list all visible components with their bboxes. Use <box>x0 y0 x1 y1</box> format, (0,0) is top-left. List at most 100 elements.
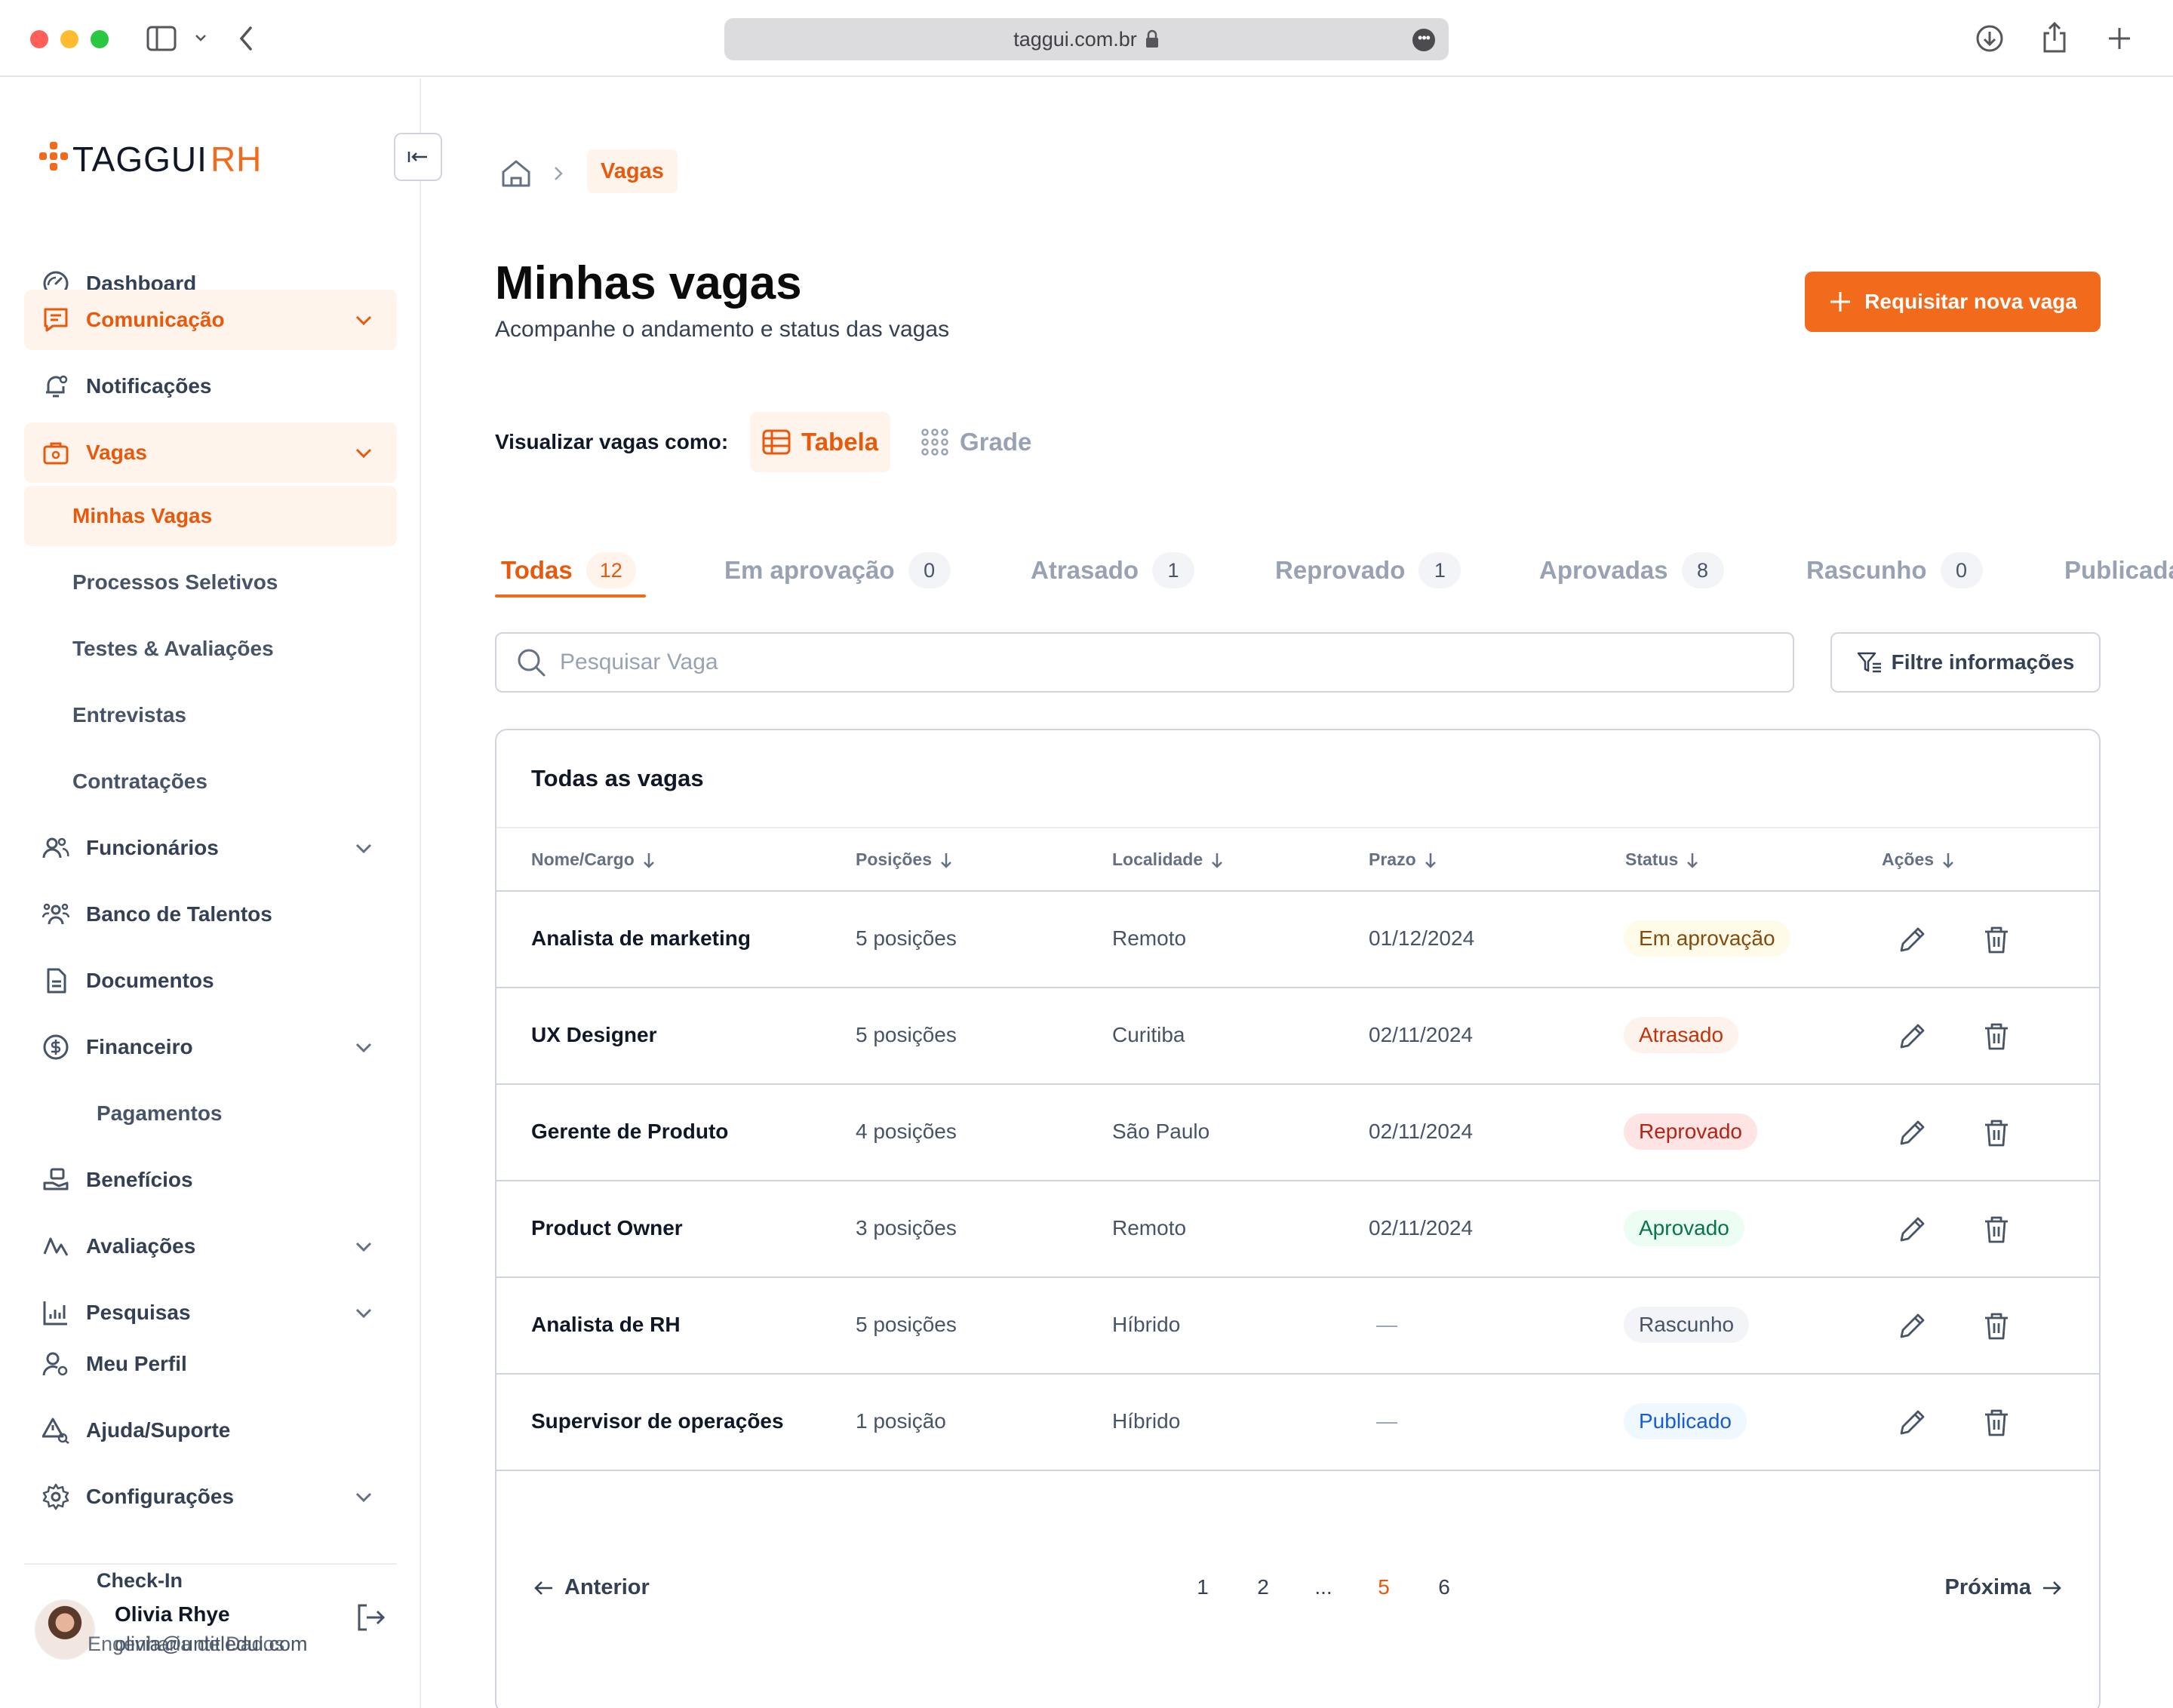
table-icon <box>762 429 791 455</box>
edit-icon[interactable] <box>1895 1020 1929 1053</box>
url-text: taggui.com.br <box>1013 27 1137 51</box>
tab-atrasado[interactable]: Atrasado 1 <box>1031 540 1195 601</box>
sidebar-subitem-processos-seletivos[interactable]: Processos Seletivos <box>24 552 397 613</box>
sidebar-item-banco-de-talentos[interactable]: Banco de Talentos <box>24 884 397 945</box>
view-option-label: Grade <box>960 428 1032 456</box>
checkin-link[interactable]: Check-In <box>97 1569 183 1593</box>
window-minimize-button[interactable] <box>60 30 78 48</box>
trash-icon[interactable] <box>1980 1213 2013 1246</box>
tab-count-badge: 12 <box>586 552 636 588</box>
tab-em-aprovacao[interactable]: Em aprovação 0 <box>724 540 951 601</box>
back-arrow-icon[interactable] <box>238 26 254 51</box>
sidebar-item-meu-perfil[interactable]: Meu Perfil <box>24 1334 397 1394</box>
jobs-table-card: Todas as vagas Nome/Cargo Posições Local… <box>495 729 2101 1708</box>
trash-icon[interactable] <box>1980 1310 2013 1343</box>
column-header-deadline[interactable]: Prazo <box>1369 849 1437 870</box>
logout-icon[interactable] <box>355 1601 388 1634</box>
sidebar-item-label: Financeiro <box>86 1035 193 1058</box>
edit-icon[interactable] <box>1895 923 1929 957</box>
avatar[interactable] <box>35 1599 95 1660</box>
chevron-down-icon[interactable] <box>352 308 376 332</box>
address-bar[interactable]: taggui.com.br ••• <box>724 18 1449 60</box>
tab-aprovadas[interactable]: Aprovadas 8 <box>1539 540 1724 601</box>
view-mode-label: Visualizar vagas como: <box>495 430 729 453</box>
sidebar-subitem-minhas-vagas[interactable]: Minhas Vagas <box>24 486 397 546</box>
pagination-next-label: Próxima <box>1944 1575 2031 1599</box>
edit-icon[interactable] <box>1895 1117 1929 1150</box>
column-header-status[interactable]: Status <box>1625 849 1699 870</box>
column-header-name[interactable]: Nome/Cargo <box>531 849 656 870</box>
bar-chart-icon <box>41 1298 71 1328</box>
sidebar-item-beneficios[interactable]: Benefícios <box>24 1150 397 1210</box>
tab-todas[interactable]: Todas 12 <box>501 540 636 601</box>
table-row[interactable]: Product Owner 3 posições Remoto 02/11/2024 A… <box>496 1181 2099 1278</box>
sidebar-item-ajuda-suporte[interactable]: Ajuda/Suporte <box>24 1400 397 1461</box>
filter-button[interactable]: Filtre informações <box>1830 632 2101 693</box>
tab-publicada[interactable]: Publicada <box>2064 540 2173 601</box>
column-header-location[interactable]: Localidade <box>1112 849 1224 870</box>
window-maximize-button[interactable] <box>91 30 109 48</box>
chevron-down-icon[interactable] <box>352 441 376 465</box>
sidebar-item-comunicacao[interactable]: Comunicação <box>24 290 397 350</box>
edit-icon[interactable] <box>1895 1406 1929 1439</box>
pagination-page-5[interactable]: 5 <box>1363 1566 1405 1608</box>
sidebar-item-configuracoes[interactable]: Configurações <box>24 1467 397 1527</box>
pagination-page-2[interactable]: 2 <box>1242 1566 1284 1608</box>
tab-label: Rascunho <box>1806 556 1927 584</box>
pagination-previous-button[interactable]: Anterior <box>533 1575 650 1600</box>
trash-icon[interactable] <box>1980 1020 2013 1053</box>
view-option-grid[interactable]: Grade <box>908 412 1043 472</box>
sidebar-item-vagas[interactable]: Vagas <box>24 422 397 483</box>
request-new-job-label: Requisitar nova vaga <box>1864 290 2077 313</box>
sidebar-subitem-testes-avaliacoes[interactable]: Testes & Avaliações <box>24 619 397 679</box>
browser-toolbar: taggui.com.br ••• <box>0 0 2173 77</box>
sidebar-toggle-icon[interactable] <box>146 26 177 51</box>
pagination-page-1[interactable]: 1 <box>1182 1566 1224 1608</box>
trash-icon[interactable] <box>1980 1117 2013 1150</box>
chevron-down-icon[interactable] <box>352 836 376 860</box>
trash-icon[interactable] <box>1980 923 2013 957</box>
chevron-down-icon[interactable] <box>352 1301 376 1325</box>
search-input[interactable]: Pesquisar Vaga <box>495 632 1794 693</box>
deadline-cell: 02/11/2024 <box>1369 1023 1474 1046</box>
sidebar-item-avaliacoes[interactable]: Avaliações <box>24 1216 397 1276</box>
sidebar-item-label: Funcionários <box>86 836 219 859</box>
sidebar-subitem-contratacoes[interactable]: Contratações <box>24 751 397 812</box>
chevron-down-icon[interactable] <box>352 1035 376 1059</box>
table-row[interactable]: UX Designer 5 posições Curitiba 02/11/2024 A… <box>496 988 2099 1085</box>
share-icon[interactable] <box>2042 21 2067 53</box>
window-close-button[interactable] <box>30 30 48 48</box>
sidebar-item-financeiro[interactable]: Financeiro <box>24 1017 397 1077</box>
table-row[interactable]: Analista de marketing 5 posições Remoto 01/… <box>496 892 2099 988</box>
column-header-actions[interactable]: Ações <box>1882 849 1955 870</box>
breadcrumb-current[interactable]: Vagas <box>587 149 678 193</box>
sidebar-item-notificacoes[interactable]: Notificações <box>24 356 397 416</box>
view-option-table[interactable]: Tabela <box>750 412 891 472</box>
user-name: Olivia Rhye <box>115 1602 230 1626</box>
download-icon[interactable] <box>1975 24 2004 53</box>
sidebar-subitem-label: Testes & Avaliações <box>72 637 274 660</box>
table-row[interactable]: Gerente de Produto 4 posições São Paulo 02/… <box>496 1085 2099 1181</box>
chevron-down-icon[interactable] <box>352 1234 376 1258</box>
request-new-job-button[interactable]: Requisitar nova vaga <box>1805 272 2101 332</box>
pagination-page-6[interactable]: 6 <box>1423 1566 1465 1608</box>
edit-icon[interactable] <box>1895 1310 1929 1343</box>
sidebar-item-funcionarios[interactable]: Funcionários <box>24 818 397 878</box>
chevron-down-icon[interactable] <box>195 33 207 42</box>
sidebar-subitem-pagamentos[interactable]: Pagamentos <box>24 1083 397 1144</box>
pagination-next-button[interactable]: Próxima <box>1945 1575 2063 1600</box>
more-icon[interactable]: ••• <box>1412 29 1435 51</box>
home-icon[interactable] <box>499 157 533 190</box>
tab-rascunho[interactable]: Rascunho 0 <box>1806 540 1983 601</box>
tab-count-badge: 0 <box>908 552 951 588</box>
tab-reprovado[interactable]: Reprovado 1 <box>1275 540 1461 601</box>
table-row[interactable]: Supervisor de operações 1 posição Híbrido —… <box>496 1375 2099 1471</box>
column-header-positions[interactable]: Posições <box>856 849 953 870</box>
chevron-down-icon[interactable] <box>352 1485 376 1509</box>
edit-icon[interactable] <box>1895 1213 1929 1246</box>
table-row[interactable]: Analista de RH 5 posições Híbrido — Rascunho <box>496 1278 2099 1375</box>
new-tab-icon[interactable] <box>2107 26 2132 51</box>
sidebar-item-documentos[interactable]: Documentos <box>24 951 397 1011</box>
trash-icon[interactable] <box>1980 1406 2013 1439</box>
sidebar-subitem-entrevistas[interactable]: Entrevistas <box>24 685 397 745</box>
